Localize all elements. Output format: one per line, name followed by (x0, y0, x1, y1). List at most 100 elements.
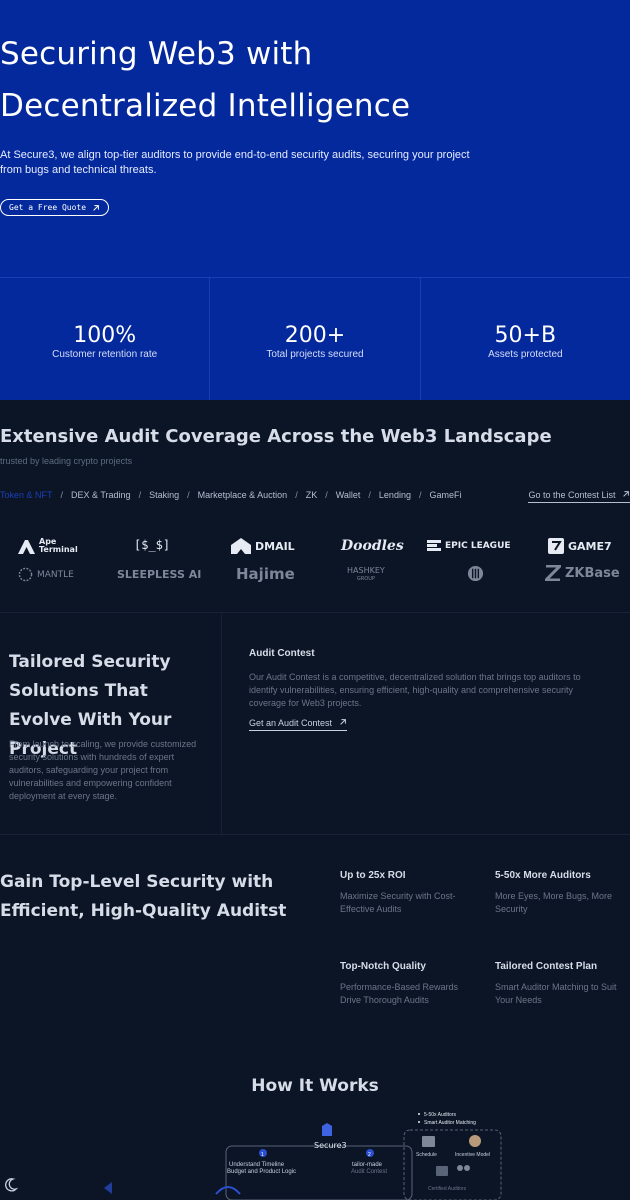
category-tabs: Token & NFT / DEX & Trading / Staking / … (0, 490, 462, 500)
coverage-title: Extensive Audit Coverage Across the Web3… (0, 426, 552, 447)
feature-title: Up to 25x ROI (340, 870, 406, 881)
gain-title: Gain Top-Level Security with Efficient, … (0, 872, 287, 921)
decor-arrow-icon (104, 1182, 112, 1194)
step1-line2: Budget and Product Logic (227, 1169, 296, 1175)
zkbase-text: ZKBase (565, 565, 620, 581)
hero-title: Securing Web3 with Decentralized Intelli… (0, 28, 600, 132)
tab-separator: / (295, 490, 298, 500)
stat-projects: 200+ Total projects secured (210, 278, 421, 400)
logo-doodles: Doodles (341, 538, 404, 554)
hero-title-line2: Decentralized Intelligence (0, 88, 411, 124)
vertical-divider (221, 614, 222, 834)
tab-marketplace-auction[interactable]: Marketplace & Auction (198, 490, 288, 500)
ape-terminal-icon (18, 539, 35, 554)
logo-f-circle (467, 565, 484, 582)
zkbase-icon (545, 565, 561, 581)
stat-value: 200+ (284, 322, 346, 348)
stats-row: 100% Customer retention rate 200+ Total … (0, 277, 630, 400)
secure3-logo-icon (322, 1123, 332, 1136)
stat-label: Assets protected (488, 348, 563, 360)
hero-title-line1: Securing Web3 with (0, 36, 313, 72)
feature-title: Tailored Contest Plan (495, 961, 598, 972)
feature-body: More Eyes, More Bugs, More Security (495, 891, 613, 914)
logo-dmail: DMAIL (231, 538, 295, 554)
stat-label: Customer retention rate (52, 348, 158, 360)
step2-line1: tailor-made (352, 1162, 383, 1168)
tab-separator: / (368, 490, 371, 500)
contest-list-link[interactable]: Go to the Contest List (528, 490, 630, 503)
logo-game7: GAME7 (548, 538, 612, 554)
feature-body: Performance-Based Rewards Drive Thorough… (340, 982, 459, 1005)
step2-line2: Audit Contest (351, 1169, 387, 1175)
arrow-up-right-icon (339, 719, 346, 725)
auditors-icon (457, 1165, 463, 1171)
certified-label: Certified Auditors (428, 1186, 467, 1192)
how-it-works-title: How It Works (251, 1076, 379, 1096)
coverage-subtitle: trusted by leading crypto projects (0, 456, 133, 466)
game7-icon (548, 538, 564, 554)
feature-title: 5-50x More Auditors (495, 870, 591, 881)
f-circle-icon (467, 565, 484, 582)
stat-assets: 50+B Assets protected (421, 278, 630, 400)
bullet-matching: Smart Auditor Matching (424, 1120, 476, 1126)
bullet-auditors: 5-50x Auditors (424, 1112, 456, 1118)
secure3-brand: Secure3 (314, 1141, 347, 1150)
tab-zk[interactable]: ZK (306, 490, 318, 500)
logo-hashkey: HASHKEY GROUP (347, 566, 385, 584)
dmail-icon (231, 538, 251, 554)
mantle-icon (18, 567, 33, 582)
feature-body: Maximize Security with Cost-Effective Au… (340, 891, 456, 914)
feature-roi: Up to 25x ROI Maximize Security with Cos… (340, 870, 470, 916)
step1-num: 1 (261, 1152, 264, 1158)
stat-label: Total projects secured (266, 348, 364, 360)
feature-quality: Top-Notch Quality Performance-Based Rewa… (340, 961, 470, 1007)
decor-arc (215, 1186, 241, 1195)
logo-ape-terminal: Ape Terminal (18, 538, 78, 554)
tab-gamefi[interactable]: GameFi (429, 490, 461, 500)
incentive-label: Incentive Model (455, 1152, 490, 1158)
step1-line1: Understand Timeline (229, 1162, 285, 1168)
section-divider (0, 612, 630, 613)
hero-section: Securing Web3 with Decentralized Intelli… (0, 0, 630, 400)
how-it-works-diagram: Secure3 1 Understand Timeline Budget and… (104, 1112, 502, 1200)
stat-retention: 100% Customer retention rate (0, 278, 211, 400)
logo-epic-league: EPIC LEAGUE (427, 540, 511, 551)
ape-line2: Terminal (39, 545, 78, 554)
mantle-text: MANTLE (37, 569, 74, 580)
get-audit-contest-label: Get an Audit Contest (249, 718, 333, 728)
get-free-quote-button[interactable]: Get a Free Quote (0, 199, 110, 216)
hero-subtitle: At Secure3, we align top-tier auditors t… (0, 149, 470, 176)
arrow-up-right-icon (623, 491, 629, 497)
epic-league-icon (427, 540, 441, 551)
schedule-label: Schedule (416, 1152, 437, 1158)
feature-body: Smart Auditor Matching to Suit Your Need… (495, 982, 617, 1005)
get-free-quote-label: Get a Free Quote (9, 203, 87, 212)
get-audit-contest-link[interactable]: Get an Audit Contest (249, 718, 347, 731)
tab-lending[interactable]: Lending (379, 490, 411, 500)
logo-mantle: MANTLE (18, 567, 74, 582)
arrow-up-right-icon (93, 204, 99, 211)
logo-sleepless-ai: SLEEPLESS AI (117, 568, 202, 581)
step2-num: 2 (368, 1152, 371, 1158)
ape-terminal-text: Ape Terminal (39, 538, 78, 554)
audit-contest-title: Audit Contest (249, 648, 315, 659)
schedule-icon (422, 1136, 435, 1147)
dark-mode-toggle-icon[interactable] (5, 1177, 21, 1193)
tab-wallet[interactable]: Wallet (336, 490, 361, 500)
stat-value: 100% (73, 322, 137, 348)
incentive-icon (469, 1135, 481, 1147)
tab-separator: / (138, 490, 142, 500)
hashkey-line2: GROUP (356, 576, 375, 582)
tab-separator: / (325, 490, 328, 500)
tab-token-nft[interactable]: Token & NFT (0, 490, 53, 500)
feature-title: Top-Notch Quality (340, 961, 426, 972)
tailored-body: From launch to scaling, we provide custo… (9, 739, 197, 801)
game7-text: GAME7 (568, 539, 612, 553)
audit-contest-body: Our Audit Contest is a competitive, dece… (249, 672, 581, 708)
tab-separator: / (418, 490, 422, 500)
tab-staking[interactable]: Staking (149, 490, 179, 500)
logo-zkbase: ZKBase (545, 565, 620, 581)
logo-dollar: [$_$] (134, 538, 171, 552)
section-divider (0, 834, 630, 835)
tab-dex-trading[interactable]: DEX & Trading (71, 490, 131, 500)
